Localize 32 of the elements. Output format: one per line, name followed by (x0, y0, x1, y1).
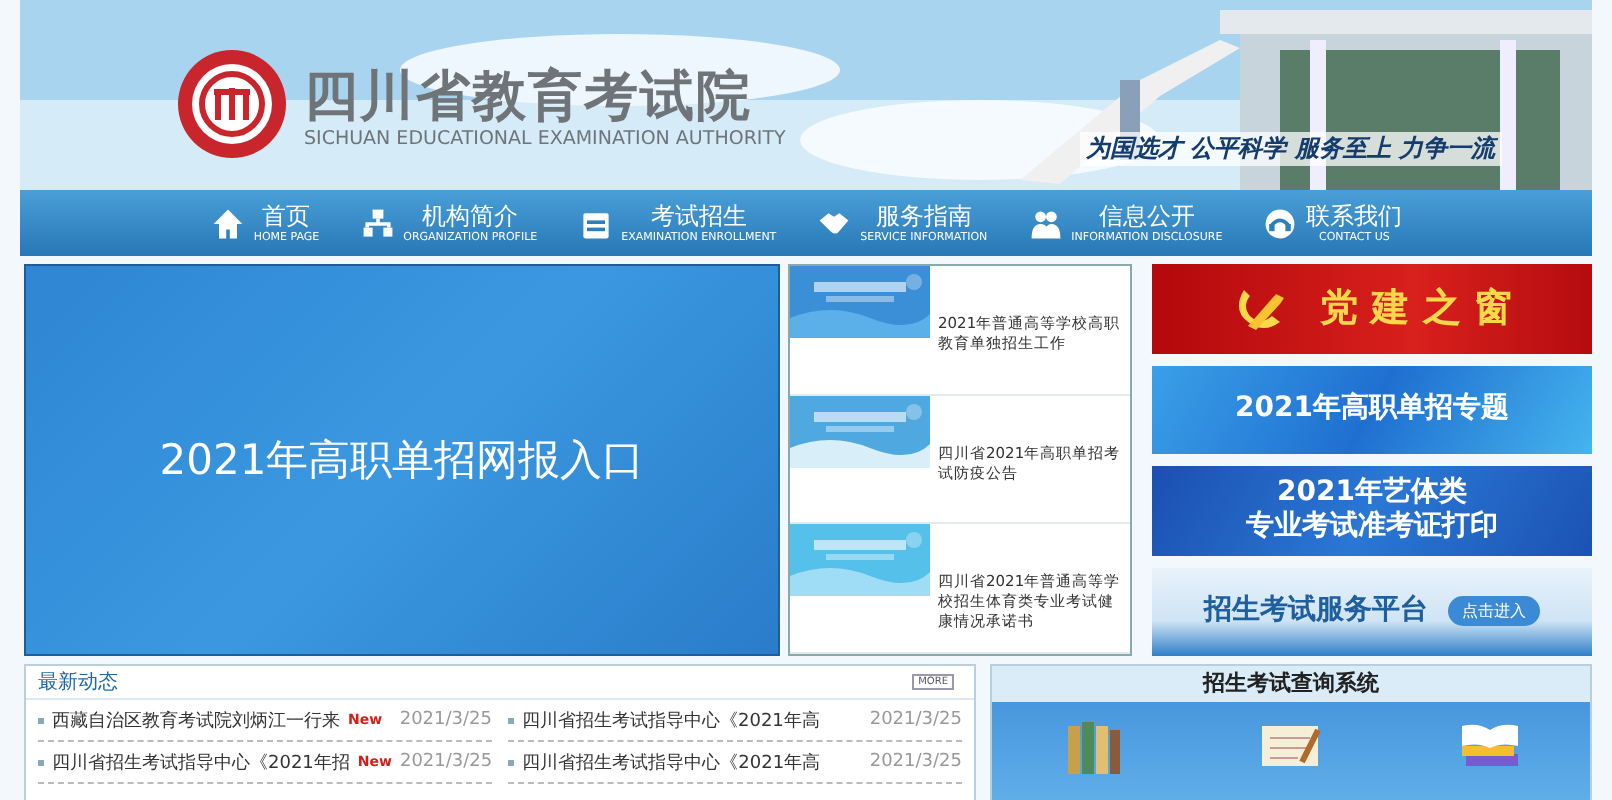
promo-banner[interactable]: 2021年高职单招专题 (1152, 365, 1592, 454)
panel-title: 招生考试查询系统 (992, 666, 1590, 702)
banner-text: 专业考试准考证打印 (1246, 510, 1498, 545)
banner[interactable]: 2021年高职单招网报入口 (24, 264, 780, 656)
home-icon (209, 205, 246, 241)
news-link[interactable]: 四川省招生考试指导中心《2021年高 (522, 749, 821, 775)
site-subtitle: SICHUAN EDUCATIONAL EXAMINATION AUTHORITY (304, 128, 786, 150)
enter-button[interactable]: 点击进入 (1448, 596, 1540, 627)
bullet-icon (508, 759, 515, 765)
bullet-icon (38, 759, 44, 765)
banner-text: 党 建 之 窗 (1320, 291, 1512, 326)
news-date: 2021/3/25 (399, 710, 492, 730)
slogan: 为国选才 公平科学 服务至上 力争一流 (1080, 132, 1502, 166)
people-icon (1027, 205, 1064, 241)
promo-banner[interactable]: 2021年艺体类 专业考试准考证打印 (1152, 466, 1592, 555)
logo-icon (176, 48, 288, 160)
bullet-icon (508, 717, 514, 723)
banner-text: 招生考试服务平台 (1204, 594, 1428, 629)
org-chart-icon (359, 205, 396, 241)
news-link[interactable]: 四川省招生考试指导中心《2021年高 (522, 707, 820, 733)
news-date: 2021/3/25 (869, 710, 962, 730)
news-link[interactable]: 四川省招生考试指导中心《2021年招 (52, 749, 350, 775)
promo-banner[interactable]: 招生考试服务平台 点击进入 (1152, 567, 1592, 656)
news-date: 2021/3/25 (399, 752, 493, 772)
promo-banner[interactable]: 党 建 之 窗 (1152, 264, 1592, 353)
panel-title: 最新动态 (38, 669, 118, 696)
news-link[interactable]: 西藏自治区教育考试院刘炳江一行来 (52, 707, 340, 733)
site-title: 四川省教育考试院 (304, 64, 752, 130)
news-date: 2021/3/25 (869, 752, 962, 772)
banner-text: 2021年高职单招专题 (1235, 392, 1509, 427)
bullet-icon (38, 717, 44, 723)
banner-text: 2021年艺体类 (1277, 476, 1467, 510)
